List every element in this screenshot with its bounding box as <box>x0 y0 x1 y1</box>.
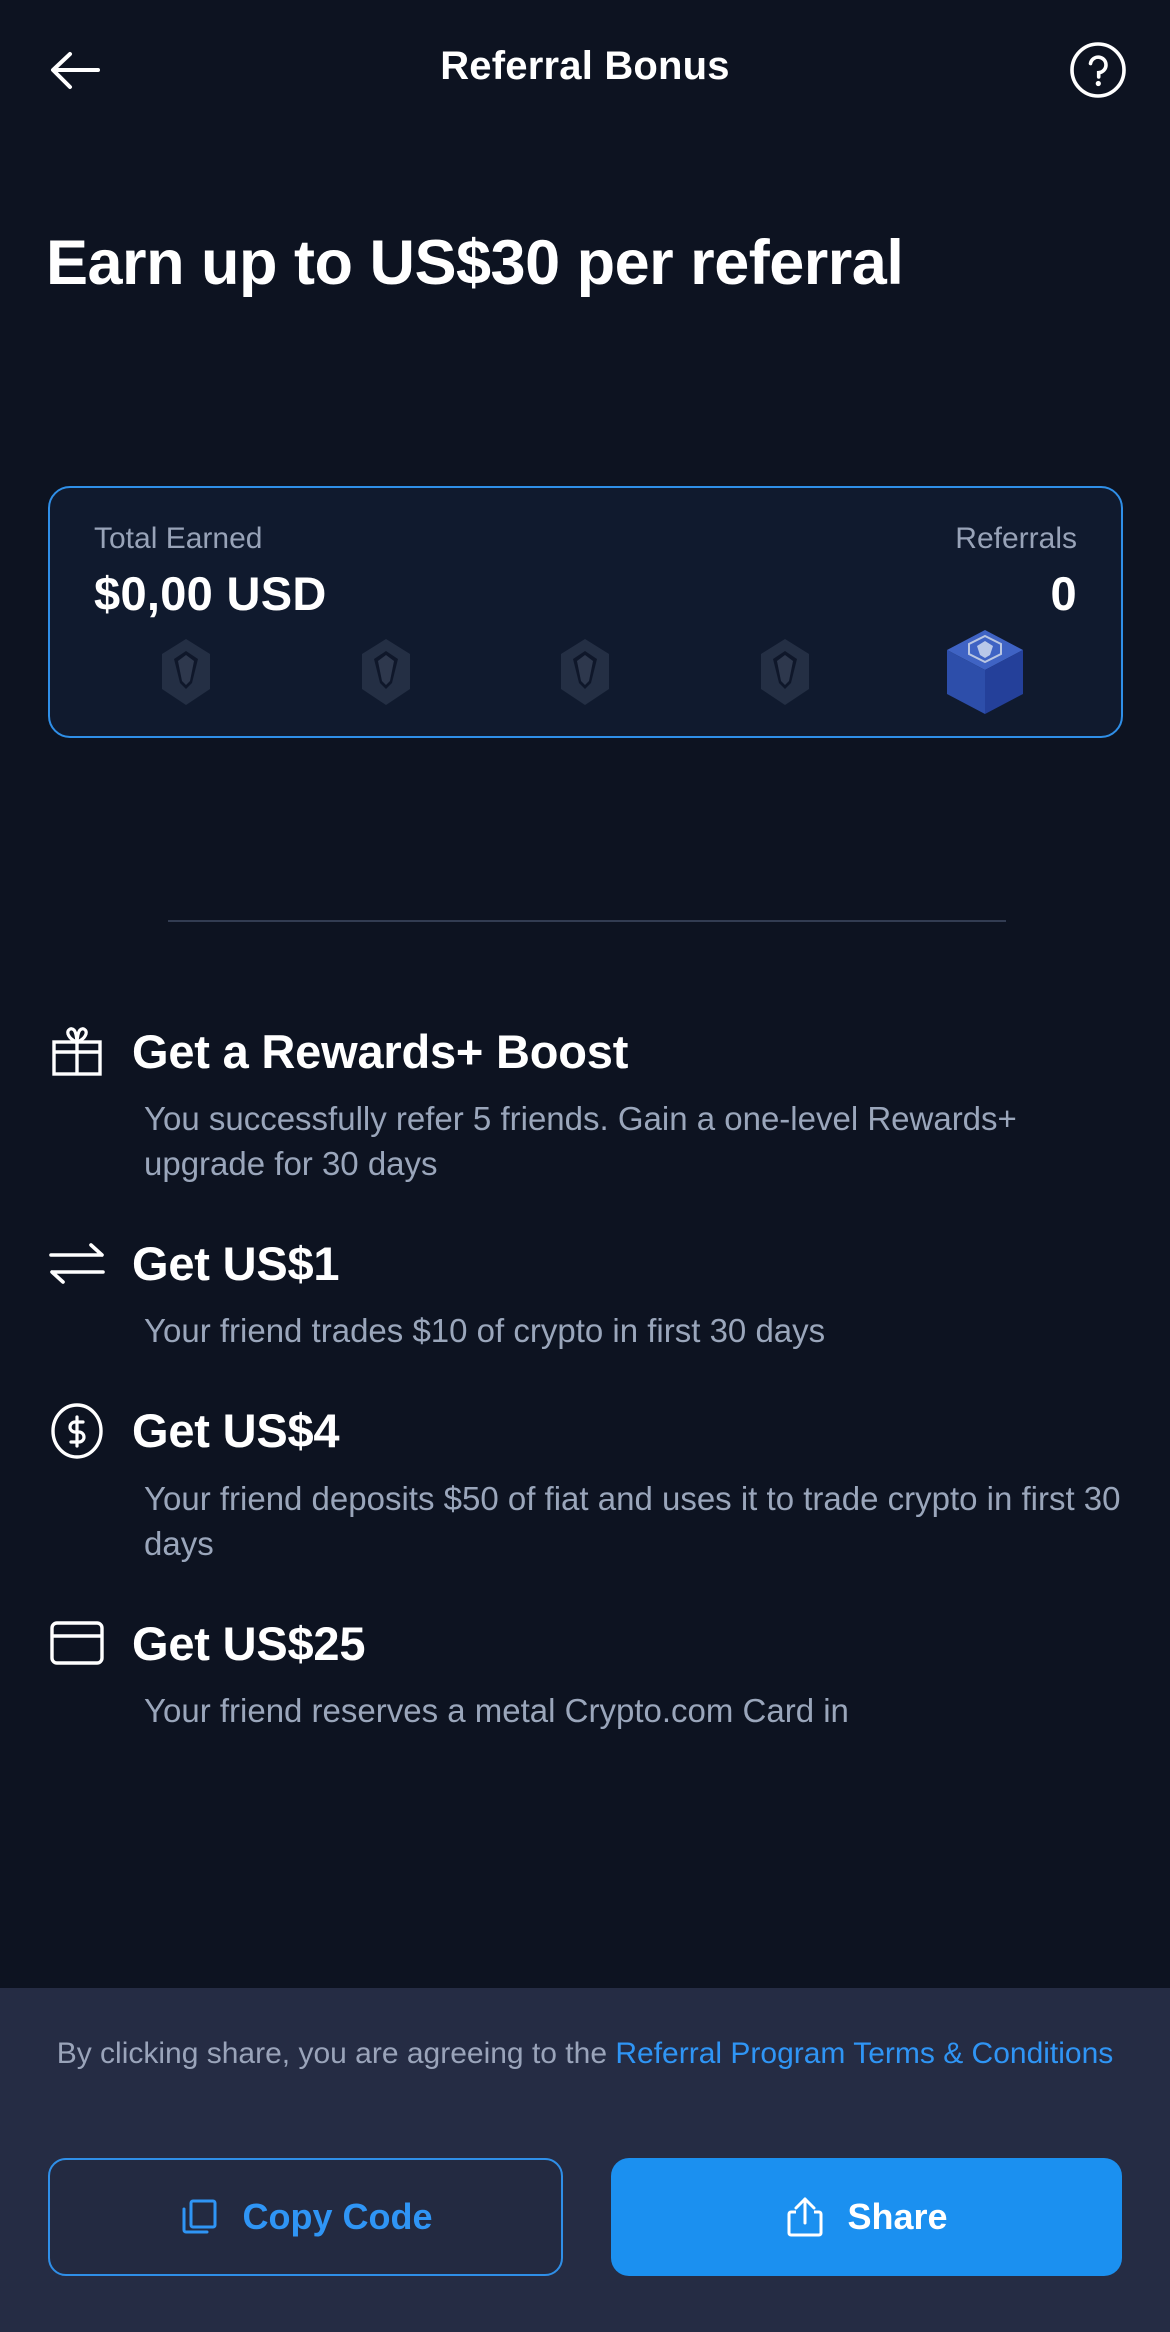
stats-row: Total Earned $0,00 USD Referrals 0 <box>50 488 1121 621</box>
reward-description: Your friend reserves a metal Crypto.com … <box>144 1692 849 1730</box>
app-header: Referral Bonus <box>0 0 1170 140</box>
referrals-value: 0 <box>1050 567 1077 620</box>
card-icon-wrap <box>46 1612 108 1674</box>
section-divider <box>168 920 1006 922</box>
share-upload-icon <box>787 2197 823 2237</box>
terms-prefix: By clicking share, you are agreeing to t… <box>56 2037 616 2070</box>
dollar-icon-wrap <box>46 1400 108 1462</box>
reward-item-card: Get US$25 Your friend reserves a metal C… <box>46 1612 1126 1733</box>
crypto-cube-icon <box>947 630 1024 714</box>
reward-description: You successfully refer 5 friends. Gain a… <box>144 1100 1017 1183</box>
reward-head: Get a Rewards+ Boost <box>46 1020 1126 1082</box>
copy-icon <box>182 2199 217 2234</box>
credit-card-icon <box>50 1621 104 1665</box>
referral-progress-icons <box>50 624 1121 720</box>
gift-icon <box>52 1027 102 1076</box>
copy-code-label: Copy Code <box>242 2196 433 2237</box>
reward-title: Get a Rewards+ Boost <box>132 1024 629 1078</box>
share-button[interactable]: Share <box>611 2158 1122 2276</box>
progress-step <box>131 624 241 720</box>
crypto-com-logo-icon <box>561 639 610 705</box>
dollar-circle-icon <box>51 1402 103 1459</box>
reward-head: Get US$4 <box>46 1400 1126 1462</box>
progress-step <box>730 624 840 720</box>
progress-step <box>331 624 441 720</box>
swap-icon-wrap <box>46 1232 108 1294</box>
reward-head: Get US$1 <box>46 1232 1126 1294</box>
crypto-com-logo-icon <box>161 639 210 705</box>
crypto-com-logo-icon <box>761 639 810 705</box>
terms-link[interactable]: Referral Program Terms & Conditions <box>615 2037 1113 2070</box>
swap-arrows-icon <box>49 1243 105 1285</box>
referral-bonus-screen: Referral Bonus Earn up to US$30 per refe… <box>0 0 1170 2332</box>
reward-title: Get US$25 <box>132 1616 366 1670</box>
reward-description: Your friend trades $10 of crypto in firs… <box>144 1312 826 1350</box>
question-circle-icon <box>1070 42 1126 98</box>
progress-step-active <box>930 624 1040 720</box>
help-button[interactable] <box>1066 38 1130 102</box>
reward-item-deposit: Get US$4 Your friend deposits $50 of fia… <box>46 1400 1126 1566</box>
progress-step <box>530 624 640 720</box>
action-buttons: Copy Code Share <box>48 2158 1122 2276</box>
page-title: Referral Bonus <box>440 44 730 88</box>
reward-title: Get US$4 <box>132 1404 340 1458</box>
crypto-com-logo-icon <box>361 639 410 705</box>
referrals-label: Referrals <box>955 522 1077 555</box>
terms-text: By clicking share, you are agreeing to t… <box>48 2032 1122 2076</box>
gift-icon-wrap <box>46 1020 108 1082</box>
copy-code-button[interactable]: Copy Code <box>48 2158 563 2276</box>
share-label: Share <box>847 2196 948 2237</box>
reward-description: Your friend deposits $50 of fiat and use… <box>144 1479 1121 1562</box>
total-earned-label: Total Earned <box>94 522 263 555</box>
bottom-action-bar: By clicking share, you are agreeing to t… <box>0 1988 1170 2332</box>
reward-title: Get US$1 <box>132 1236 340 1290</box>
reward-item-rewards-boost: Get a Rewards+ Boost You successfully re… <box>46 1020 1126 1186</box>
stats-card: Total Earned $0,00 USD Referrals 0 <box>48 486 1123 738</box>
total-earned-value: $0,00 USD <box>94 567 327 620</box>
rewards-list: Get a Rewards+ Boost You successfully re… <box>46 1020 1126 1779</box>
reward-item-trade: Get US$1 Your friend trades $10 of crypt… <box>46 1232 1126 1353</box>
total-earned-block: Total Earned $0,00 USD <box>94 522 327 621</box>
referrals-block: Referrals 0 <box>955 522 1077 621</box>
hero-heading: Earn up to US$30 per referral <box>46 228 904 298</box>
reward-head: Get US$25 <box>46 1612 1126 1674</box>
